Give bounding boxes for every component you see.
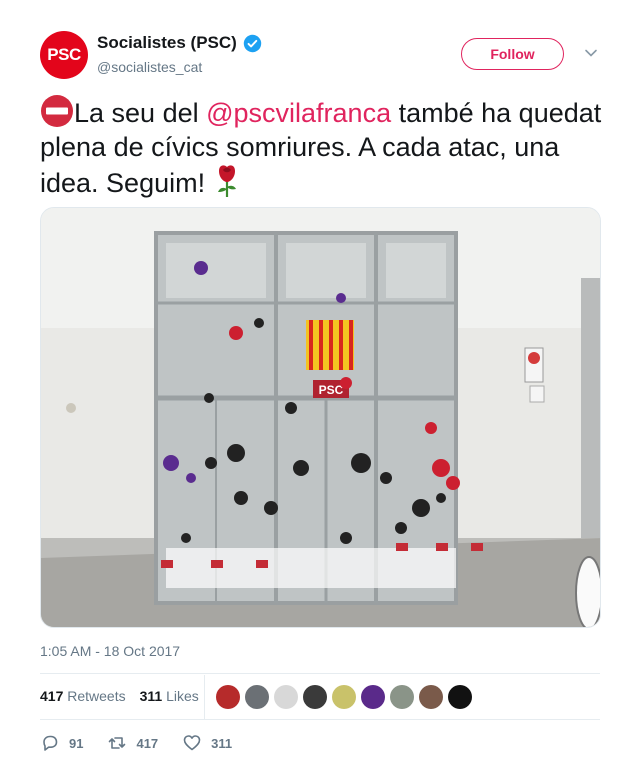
rose-icon [217,165,236,197]
liker-avatar[interactable] [419,685,443,709]
no-entry-icon [41,95,73,127]
like-count: 311 [211,735,233,751]
tweet-photo[interactable]: PSC [40,207,601,628]
liker-avatars [216,685,472,709]
stats-separator [204,675,205,719]
photo-sign-text: PSC [319,383,344,397]
account-name-line[interactable]: Socialistes (PSC) [97,33,262,53]
avatar[interactable]: PSC [40,31,88,79]
likes-stat[interactable]: 311 Likes [140,688,199,704]
catalan-flag [306,320,354,370]
display-name[interactable]: Socialistes (PSC) [97,33,237,53]
liker-avatar[interactable] [245,685,269,709]
liker-avatar[interactable] [361,685,385,709]
likes-stat-count: 311 [139,688,163,704]
retweet-button[interactable]: 417 [107,733,158,753]
divider-top [40,673,600,674]
retweet-count: 417 [136,735,159,751]
follow-button[interactable]: Follow [461,38,564,70]
chevron-down-icon[interactable] [584,46,598,60]
liker-avatar[interactable] [216,685,240,709]
liker-avatar[interactable] [303,685,327,709]
reply-count: 91 [69,735,84,751]
like-button[interactable]: 311 [182,733,232,753]
liker-avatar[interactable] [390,685,414,709]
divider-bottom [40,719,600,720]
verified-badge-icon [243,34,262,52]
liker-avatar[interactable] [332,685,356,709]
engagement-stats: 417 Retweets 311 Likes [40,688,199,704]
account-handle[interactable]: @socialistes_cat [97,59,202,75]
tweet-timestamp[interactable]: 1:05 AM - 18 Oct 2017 [40,643,180,659]
mention-link[interactable]: @pscvilafranca [206,98,391,128]
heart-icon [183,735,201,751]
retweets-stat-count: 417 [40,688,64,704]
retweets-stat-label: Retweets [67,688,126,704]
building-photo: PSC [41,208,600,627]
liker-avatar[interactable] [448,685,472,709]
liker-avatar[interactable] [274,685,298,709]
retweets-stat[interactable]: 417 Retweets [40,688,126,704]
reply-icon [43,735,58,751]
avatar-text: PSC [47,45,81,64]
retweet-icon [109,737,126,749]
tweet-actions: 91 417 311 [40,733,256,753]
tweet-text: La seu del @pscvilafranca també ha queda… [40,94,605,200]
tweet-text-before: La seu del [74,98,207,128]
reply-button[interactable]: 91 [40,733,83,753]
likes-stat-label: Likes [166,688,199,704]
